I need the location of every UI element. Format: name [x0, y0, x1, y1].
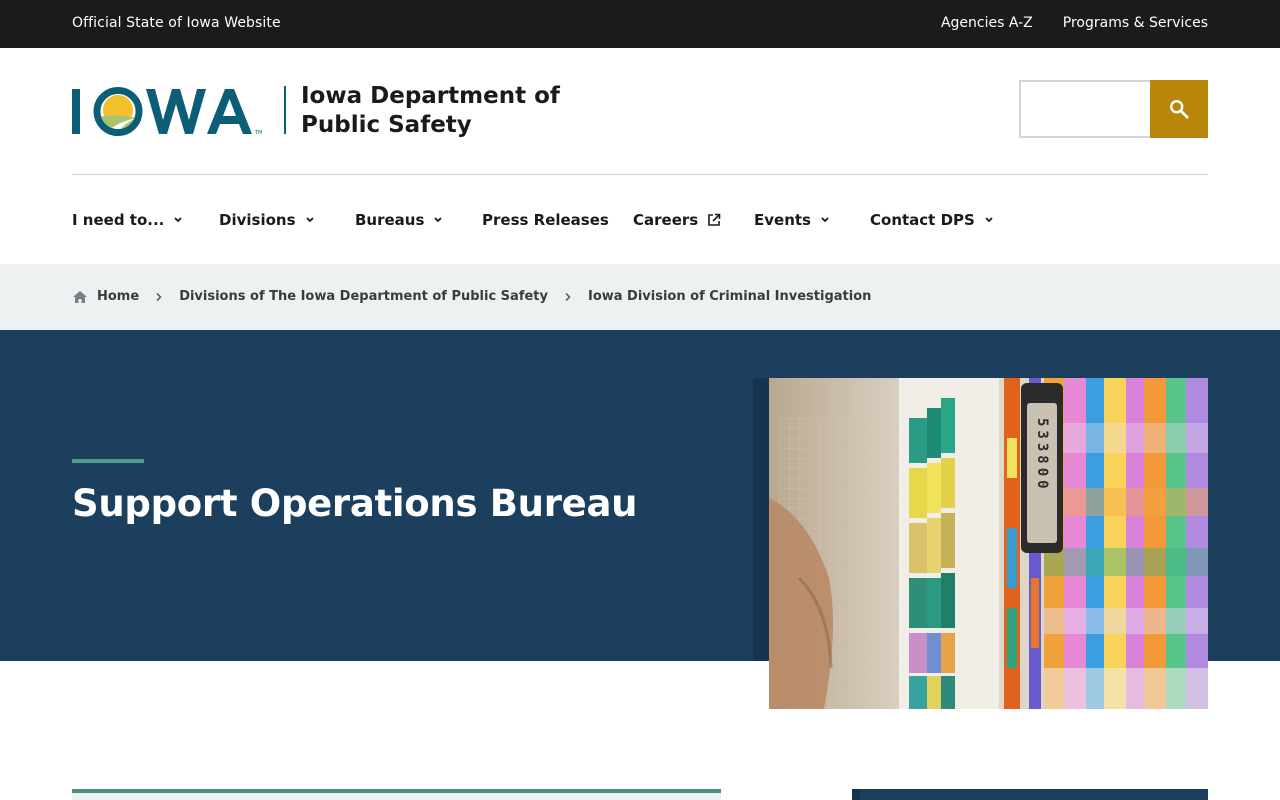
utility-links: Agencies A-Z Programs & Services	[941, 15, 1208, 31]
chevron-down-icon	[985, 217, 993, 223]
nav-press-releases[interactable]: Press Releases	[482, 211, 609, 229]
svg-text:TM: TM	[254, 130, 262, 136]
nav-label: Careers	[633, 211, 699, 229]
breadcrumb: Home Divisions of The Iowa Department of…	[72, 289, 871, 304]
nav-contact-dps[interactable]: Contact DPS	[870, 211, 994, 229]
nav-divisions[interactable]: Divisions	[219, 211, 315, 229]
chevron-down-icon	[821, 217, 829, 223]
nav-label: Events	[754, 211, 811, 229]
nav-careers[interactable]: Careers	[633, 211, 721, 229]
chevron-down-icon	[174, 217, 182, 223]
agency-name[interactable]: Iowa Department of Public Safety	[301, 82, 641, 140]
iowa-logo-mark: TM	[72, 87, 262, 136]
breadcrumb-dci-link[interactable]: Iowa Division of Criminal Investigation	[588, 289, 871, 304]
search-button[interactable]	[1150, 80, 1208, 138]
official-site-label: Official State of Iowa Website	[72, 15, 281, 31]
file-folders-illustration: 533800	[769, 378, 1208, 709]
page-title: Support Operations Bureau	[72, 482, 638, 525]
nav-events[interactable]: Events	[754, 211, 830, 229]
hero-image-file-folders: 533800	[769, 378, 1208, 709]
nav-bureaus[interactable]: Bureaus	[355, 211, 443, 229]
logo-divider	[284, 86, 286, 134]
breadcrumb-divisions-link[interactable]: Divisions of The Iowa Department of Publ…	[179, 289, 548, 304]
sidebar-box-top	[852, 789, 1208, 800]
breadcrumb-home-link[interactable]: Home	[97, 289, 139, 304]
header-divider	[72, 174, 1208, 175]
chevron-right-icon	[155, 292, 163, 302]
folder-label-text: 533800	[1034, 418, 1050, 493]
iowa-logo[interactable]: TM	[72, 86, 272, 138]
search-icon	[1170, 100, 1189, 119]
agencies-az-link[interactable]: Agencies A-Z	[941, 15, 1033, 31]
nav-i-need-to[interactable]: I need to...	[72, 211, 183, 229]
chevron-right-icon	[564, 292, 572, 302]
chevron-down-icon	[434, 217, 443, 223]
external-link-icon	[708, 213, 721, 226]
search-input[interactable]	[1019, 80, 1151, 138]
nav-label: Contact DPS	[870, 211, 975, 229]
nav-label: Divisions	[219, 211, 296, 229]
nav-label: Bureaus	[355, 211, 425, 229]
top-utility-bar: Official State of Iowa Website Agencies …	[0, 0, 1280, 48]
hero-image-shadow	[753, 378, 769, 661]
programs-services-link[interactable]: Programs & Services	[1063, 15, 1208, 31]
home-icon	[72, 290, 88, 304]
chevron-down-icon	[305, 217, 314, 223]
hero-accent-bar	[72, 459, 144, 463]
nav-label: I need to...	[72, 211, 165, 229]
nav-label: Press Releases	[482, 211, 609, 229]
breadcrumb-bar: Home Divisions of The Iowa Department of…	[0, 264, 1280, 330]
content-card-top	[72, 793, 721, 800]
